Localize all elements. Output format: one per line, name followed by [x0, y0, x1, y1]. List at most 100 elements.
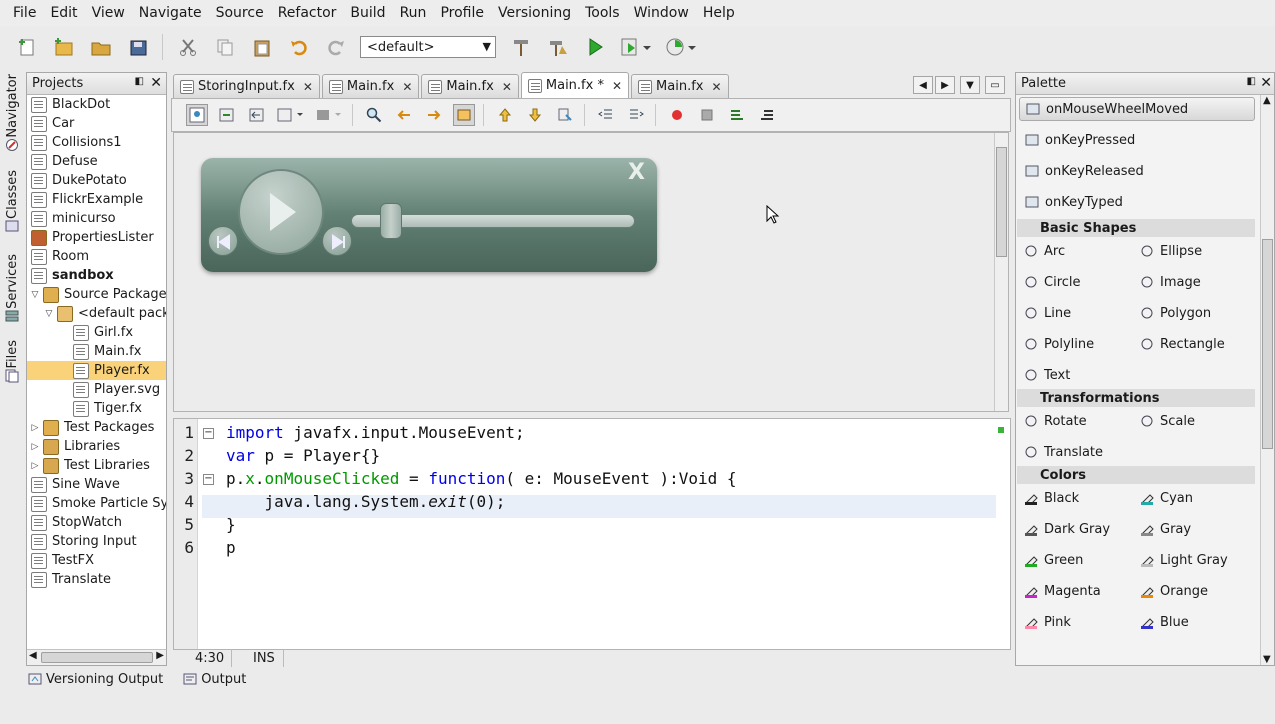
- shift-left-icon[interactable]: [595, 104, 617, 126]
- go-back-icon[interactable]: [246, 104, 268, 126]
- expand-toggle-icon[interactable]: ▽: [43, 309, 55, 319]
- close-tab-icon[interactable]: ✕: [612, 79, 622, 93]
- menu-run[interactable]: Run: [393, 0, 434, 26]
- play-button[interactable]: [238, 169, 324, 255]
- menu-edit[interactable]: Edit: [43, 0, 84, 26]
- tree-item[interactable]: Room: [27, 247, 166, 266]
- palette-item[interactable]: Rectangle: [1140, 332, 1225, 356]
- tree-item[interactable]: ▷ Libraries: [27, 437, 166, 456]
- tree-item[interactable]: sandbox: [27, 266, 166, 285]
- palette-item[interactable]: Orange: [1140, 579, 1208, 603]
- editor-tab[interactable]: Main.fx ✕: [321, 74, 420, 98]
- tree-item[interactable]: ▷ Test Packages: [27, 418, 166, 437]
- code-line[interactable]: var p = Player{}: [226, 446, 380, 465]
- menu-navigate[interactable]: Navigate: [132, 0, 209, 26]
- tree-item[interactable]: ▽ <default package>: [27, 304, 166, 323]
- palette-item[interactable]: Light Gray: [1140, 548, 1228, 572]
- tree-item[interactable]: minicurso: [27, 209, 166, 228]
- preview-toggle-icon[interactable]: [186, 104, 208, 126]
- editor-tab[interactable]: Main.fx ✕: [631, 74, 729, 98]
- expand-toggle-icon[interactable]: ▽: [29, 290, 41, 300]
- tree-item[interactable]: TestFX: [27, 551, 166, 570]
- tree-item[interactable]: Storing Input: [27, 532, 166, 551]
- palette-vertical-scrollbar[interactable]: ▲ ▼: [1260, 95, 1274, 665]
- tree-item[interactable]: Girl.fx: [27, 323, 166, 342]
- comment-icon[interactable]: [726, 104, 748, 126]
- code-line[interactable]: p: [226, 538, 236, 557]
- palette-item[interactable]: onMouseWheelMoved: [1019, 97, 1255, 121]
- tree-item[interactable]: Sine Wave: [27, 475, 166, 494]
- palette-item[interactable]: Image: [1140, 270, 1201, 294]
- palette-category[interactable]: Basic Shapes: [1017, 219, 1255, 237]
- shift-right-icon[interactable]: [625, 104, 647, 126]
- tab-classes[interactable]: Classes: [2, 170, 22, 233]
- palette-item[interactable]: Ellipse: [1140, 239, 1202, 263]
- palette-item[interactable]: Scale: [1140, 409, 1195, 433]
- tree-item[interactable]: ▽ Source Packages: [27, 285, 166, 304]
- next-bookmark-icon[interactable]: [524, 104, 546, 126]
- tree-item[interactable]: Player.svg: [27, 380, 166, 399]
- close-icon[interactable]: ✕: [1260, 75, 1272, 91]
- scroll-tabs-left-icon[interactable]: ◀: [913, 76, 933, 94]
- palette-item[interactable]: Black: [1024, 486, 1079, 510]
- menu-refactor[interactable]: Refactor: [271, 0, 344, 26]
- menu-versioning[interactable]: Versioning: [491, 0, 578, 26]
- palette-item[interactable]: Magenta: [1024, 579, 1101, 603]
- find-previous-icon[interactable]: [393, 104, 415, 126]
- palette-category[interactable]: Colors: [1017, 466, 1255, 484]
- undo-icon[interactable]: [286, 34, 312, 60]
- tree-item[interactable]: FlickrExample: [27, 190, 166, 209]
- tree-item[interactable]: Player.fx: [27, 361, 166, 380]
- palette-item[interactable]: Circle: [1024, 270, 1081, 294]
- palette-item[interactable]: onKeyReleased: [1019, 159, 1255, 183]
- expand-toggle-icon[interactable]: ▷: [29, 423, 41, 433]
- stop-macro-icon[interactable]: [696, 104, 718, 126]
- preview-vertical-scrollbar[interactable]: [994, 133, 1008, 411]
- palette-item[interactable]: Translate: [1024, 440, 1103, 464]
- close-tab-icon[interactable]: ✕: [402, 80, 412, 94]
- code-line[interactable]: import javafx.input.MouseEvent;: [226, 423, 525, 442]
- tree-item[interactable]: Collisions1: [27, 133, 166, 152]
- code-line[interactable]: java.lang.System.exit(0);: [226, 492, 506, 511]
- maximize-window-icon[interactable]: ▭: [985, 76, 1005, 94]
- find-icon[interactable]: [363, 104, 385, 126]
- tab-files[interactable]: Files: [2, 340, 22, 383]
- run-icon[interactable]: [582, 34, 608, 60]
- record-macro-icon[interactable]: [666, 104, 688, 126]
- editor-tab[interactable]: Main.fx ✕: [421, 74, 519, 98]
- palette-item[interactable]: Green: [1024, 548, 1083, 572]
- tree-item[interactable]: BlackDot: [27, 95, 166, 114]
- progress-slider-handle[interactable]: [380, 203, 402, 239]
- palette-item[interactable]: Blue: [1140, 610, 1189, 634]
- close-icon[interactable]: ✕: [150, 75, 162, 91]
- palette-item[interactable]: Polyline: [1024, 332, 1094, 356]
- tree-item[interactable]: ▷ Test Libraries: [27, 456, 166, 475]
- tree-item[interactable]: Main.fx: [27, 342, 166, 361]
- toggle-bookmark-icon[interactable]: [554, 104, 576, 126]
- redo-icon[interactable]: [323, 34, 349, 60]
- menu-profile[interactable]: Profile: [433, 0, 491, 26]
- next-button[interactable]: [322, 226, 352, 256]
- palette-item[interactable]: Gray: [1140, 517, 1191, 541]
- menu-tools[interactable]: Tools: [578, 0, 627, 26]
- tree-item[interactable]: Tiger.fx: [27, 399, 166, 418]
- fold-toggle-icon[interactable]: −: [203, 428, 214, 439]
- palette-item[interactable]: Line: [1024, 301, 1071, 325]
- copy-icon[interactable]: [212, 34, 238, 60]
- editor-tab[interactable]: Main.fx * ✕: [520, 72, 630, 98]
- new-file-icon[interactable]: [14, 34, 40, 60]
- configuration-select[interactable]: <default> ▼: [360, 36, 496, 58]
- open-project-icon[interactable]: [88, 34, 114, 60]
- palette-item[interactable]: Pink: [1024, 610, 1071, 634]
- previous-button[interactable]: [208, 226, 238, 256]
- palette-item[interactable]: Cyan: [1140, 486, 1193, 510]
- save-all-icon[interactable]: [125, 34, 151, 60]
- palette-item[interactable]: Text: [1024, 363, 1070, 387]
- tab-navigator[interactable]: Navigator: [2, 74, 22, 152]
- palette-item[interactable]: Arc: [1024, 239, 1065, 263]
- close-tab-icon[interactable]: ✕: [303, 80, 313, 94]
- profile-icon[interactable]: [664, 34, 698, 60]
- menu-file[interactable]: File: [6, 0, 43, 26]
- player-close-button[interactable]: X: [628, 160, 645, 185]
- toggle-highlight-icon[interactable]: [453, 104, 475, 126]
